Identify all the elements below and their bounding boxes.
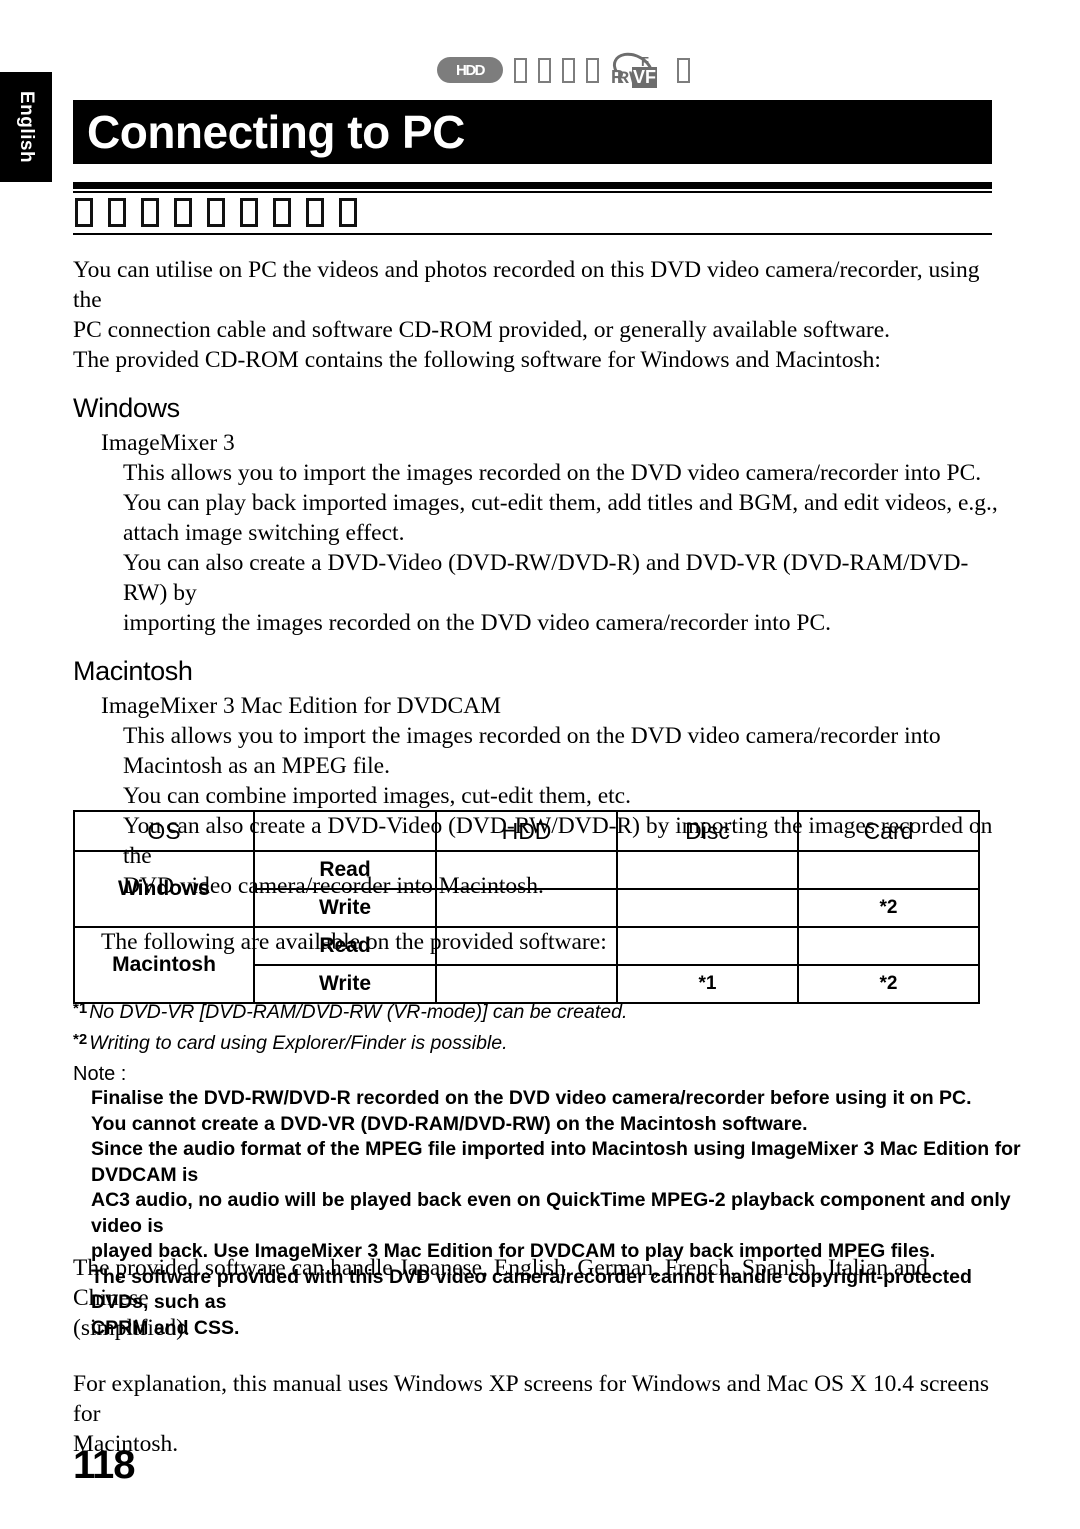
capability-table: OS HDD Disc Card Windows Read Write *2 M xyxy=(73,810,980,1004)
tail-p1-line-1: The provided software can handle Japanes… xyxy=(73,1255,928,1311)
heading-glyph-3-icon xyxy=(141,197,159,227)
column-header-blank xyxy=(253,810,437,852)
media-glyph-3-icon xyxy=(562,57,575,83)
note-label: Note : xyxy=(73,1063,127,1085)
table-header-row: OS HDD Disc Card xyxy=(73,810,980,852)
windows-heading: Windows xyxy=(73,393,180,423)
footnote-1-marker: *1 xyxy=(73,1000,88,1017)
row-op-macintosh-read: Read xyxy=(253,926,437,966)
column-header-hdd: HDD xyxy=(435,810,618,852)
intro-line-3: The provided CD-ROM contains the followi… xyxy=(73,347,881,373)
tail-p2-line-2: Macintosh. xyxy=(73,1431,179,1457)
section-rule-top xyxy=(73,182,992,189)
macintosh-detail-1: This allows you to import the images rec… xyxy=(123,723,941,749)
heading-glyph-9-icon xyxy=(339,197,357,227)
cell-windows-read-card xyxy=(797,850,980,890)
macintosh-detail-3: You can combine imported images, cut-edi… xyxy=(123,783,631,809)
cell-macintosh-read-disc xyxy=(616,926,799,966)
media-glyph-5-icon xyxy=(677,57,690,83)
heading-glyph-7-icon xyxy=(273,197,291,227)
language-tab-label: English xyxy=(16,90,37,164)
dvd-ram-rw-r-vf-icon: F R RW VF xyxy=(607,46,666,92)
heading-glyph-6-icon xyxy=(240,197,258,227)
note-line-2: You cannot create a DVD-VR (DVD-RAM/DVD-… xyxy=(91,1112,808,1135)
media-icon-strip: HDD F R RW VF xyxy=(437,46,690,92)
cell-windows-write-disc xyxy=(616,888,799,928)
footnote-1-text: No DVD-VR [DVD-RAM/DVD-RW (VR-mode)] can… xyxy=(89,1001,628,1023)
cell-windows-write-card: *2 xyxy=(797,888,980,928)
note-line-1: Finalise the DVD-RW/DVD-R recorded on th… xyxy=(91,1087,972,1109)
dvd-letter-vf: VF xyxy=(632,67,658,88)
heading-glyph-4-icon xyxy=(174,197,192,227)
page-number: 118 xyxy=(73,1443,136,1487)
language-tab: English xyxy=(0,72,52,182)
section-rule-bottom xyxy=(73,233,992,235)
windows-detail-4: You can also create a DVD-Video (DVD-RW/… xyxy=(123,550,969,606)
footnote-1: *1 No DVD-VR [DVD-RAM/DVD-RW (VR-mode)] c… xyxy=(73,995,1003,1026)
footnotes: *1 No DVD-VR [DVD-RAM/DVD-RW (VR-mode)] c… xyxy=(73,995,1003,1057)
capability-table-wrap: OS HDD Disc Card Windows Read Write *2 M xyxy=(73,810,980,1004)
page-title-banner: Connecting to PC xyxy=(73,100,992,164)
tail-paragraphs: The provided software can handle Japanes… xyxy=(73,1253,1003,1459)
heading-glyph-2-icon xyxy=(108,197,126,227)
windows-detail-3: attach image switching effect. xyxy=(123,520,405,546)
column-header-disc: Disc xyxy=(616,810,799,852)
column-header-card: Card xyxy=(797,810,980,852)
row-op-windows-write: Write xyxy=(253,888,437,928)
table-row: Windows Read xyxy=(73,850,980,928)
footnote-2-text: Writing to card using Explorer/Finder is… xyxy=(89,1032,508,1054)
media-glyph-1-icon xyxy=(514,57,527,83)
footnote-2-marker: *2 xyxy=(73,1031,88,1048)
section-heading xyxy=(73,182,992,235)
tail-p2-line-1: For explanation, this manual uses Window… xyxy=(73,1371,989,1427)
cell-windows-write-hdd xyxy=(435,888,618,928)
section-heading-glyphs xyxy=(73,193,992,231)
row-op-windows-read: Read xyxy=(253,850,437,890)
intro-line-1: You can utilise on PC the videos and pho… xyxy=(73,257,980,313)
hdd-badge-icon: HDD xyxy=(437,57,503,83)
cell-windows-read-hdd xyxy=(435,850,618,890)
windows-detail-2: You can play back imported images, cut-e… xyxy=(123,490,998,516)
media-glyph-4-icon xyxy=(586,57,599,83)
intro-line-2: PC connection cable and software CD-ROM … xyxy=(73,317,891,343)
windows-product-name: ImageMixer 3 xyxy=(101,430,235,456)
footnote-2: *2 Writing to card using Explorer/Finder … xyxy=(73,1026,1003,1057)
row-os-macintosh: Macintosh xyxy=(73,926,255,1004)
note-line-3: Since the audio format of the MPEG file … xyxy=(91,1138,1021,1186)
heading-glyph-8-icon xyxy=(306,197,324,227)
tail-spacer xyxy=(73,1343,1003,1369)
heading-glyph-1-icon xyxy=(75,197,93,227)
macintosh-product-name: ImageMixer 3 Mac Edition for DVDCAM xyxy=(101,693,502,719)
heading-glyph-5-icon xyxy=(207,197,225,227)
cell-macintosh-read-card xyxy=(797,926,980,966)
tail-p1-line-2: (simplified). xyxy=(73,1315,190,1341)
cell-windows-read-disc xyxy=(616,850,799,890)
macintosh-detail-2: Macintosh as an MPEG file. xyxy=(123,753,390,779)
cell-macintosh-read-hdd xyxy=(435,926,618,966)
note-line-4: AC3 audio, no audio will be played back … xyxy=(91,1189,1011,1237)
windows-detail-1: This allows you to import the images rec… xyxy=(123,460,982,486)
windows-detail-5: importing the images recorded on the DVD… xyxy=(123,610,832,636)
table-row: Macintosh Read xyxy=(73,926,980,1004)
page-title: Connecting to PC xyxy=(87,106,465,158)
column-header-os: OS xyxy=(73,810,255,852)
row-os-windows: Windows xyxy=(73,850,255,928)
macintosh-heading: Macintosh xyxy=(73,656,193,686)
media-glyph-2-icon xyxy=(538,57,551,83)
